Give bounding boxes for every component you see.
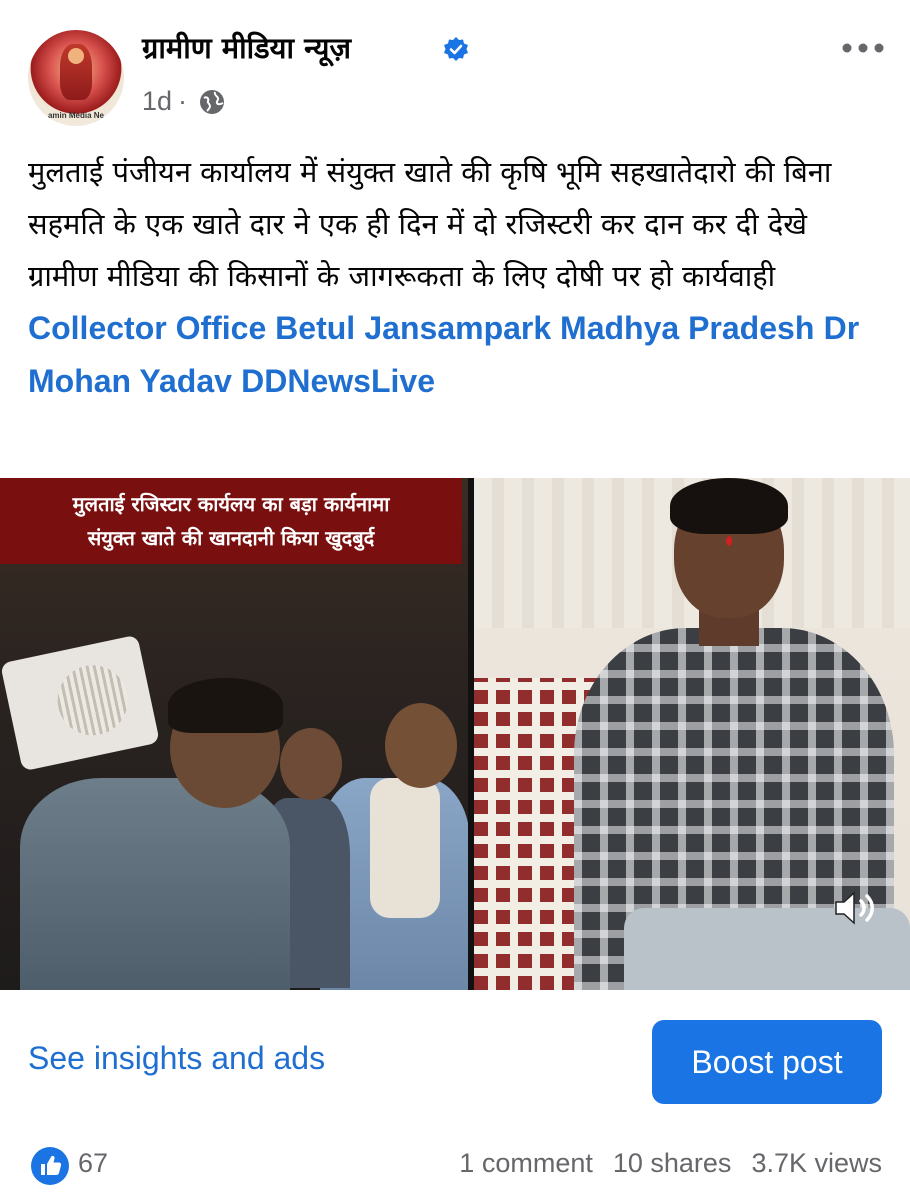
more-options-icon[interactable] [840,34,886,62]
post-stats: 1 comment 10 shares 3.7K views [459,1148,882,1179]
scarf-shape [370,778,440,918]
avatar-caption: amin Media Ne [47,111,104,120]
tag-jansampark[interactable]: Jansampark Madhya Pradesh [364,310,814,346]
verified-badge-icon [444,37,468,61]
page-name[interactable]: ग्रामीण मीडिया न्यूज़ [142,28,351,67]
see-insights-link[interactable]: See insights and ads [28,1040,325,1077]
video-overlay-banner: मुलताई रजिस्टार कार्यलय का बड़ा कार्यनाम… [0,478,462,564]
video-left-panel: मुलताई रजिस्टार कार्यलय का बड़ा कार्यनाम… [0,478,470,990]
post-meta: 1d · [142,86,225,117]
boost-post-button[interactable]: Boost post [652,1020,882,1104]
post-header: amin Media Ne ग्रामीण मीडिया न्यूज़ 1d · [0,0,910,140]
hair-shape [670,478,788,534]
comment-count[interactable]: 1 comment [459,1148,593,1179]
meta-separator: · [178,86,188,116]
overlay-line-1: मुलताई रजिस्टार कार्यलय का बड़ा कार्यनाम… [72,492,390,516]
like-reaction-icon[interactable] [30,1146,70,1186]
page-avatar[interactable]: amin Media Ne [28,30,124,126]
post-text: मुलताई पंजीयन कार्यालय में संयुक्त खाते … [28,146,878,408]
person-shape [20,778,290,990]
post-body: मुलताई पंजीयन कार्यालय में संयुक्त खाते … [28,155,832,293]
tag-collector-office[interactable]: Collector Office Betul [28,310,355,346]
hair-shape [168,678,283,733]
tag-ddnewslive[interactable]: DDNewsLive [241,363,435,399]
reaction-count[interactable]: 67 [78,1148,108,1179]
person-head-shape [385,703,457,788]
tilak-mark [726,536,732,546]
share-count[interactable]: 10 shares [613,1148,732,1179]
person-head-shape [280,728,342,800]
volume-icon[interactable] [832,888,882,928]
globe-icon [200,89,225,114]
view-count: 3.7K views [751,1148,882,1178]
post-time[interactable]: 1d [142,86,172,117]
overlay-line-2: संयुक्त खाते की खानदानी किया खुदबुर्द [87,526,375,550]
avatar-face [68,48,84,64]
post-video[interactable]: मुलताई रजिस्टार कार्यलय का बड़ा कार्यनाम… [0,478,910,990]
post-footer: 67 1 comment 10 shares 3.7K views [0,1140,910,1190]
cooler-shape [0,634,160,772]
